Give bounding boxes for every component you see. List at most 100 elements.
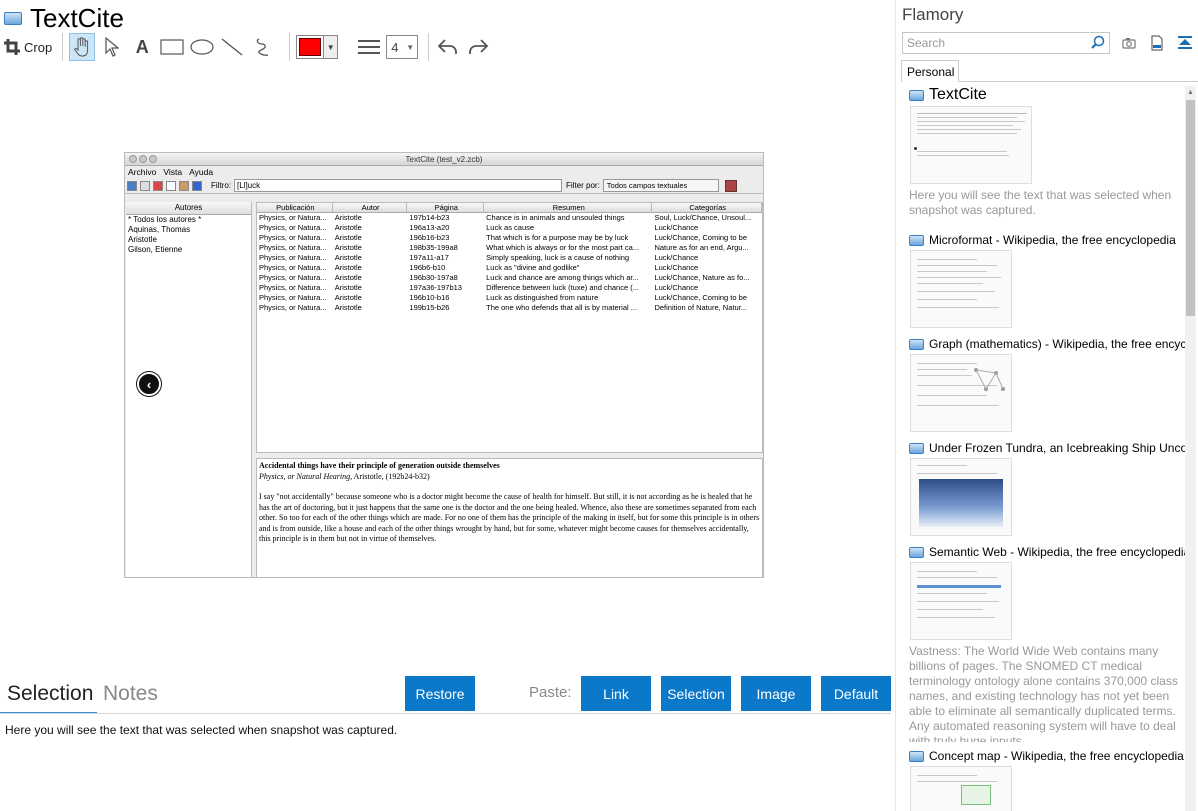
undo-button[interactable] — [435, 33, 461, 61]
paste-image-button[interactable]: Image — [741, 676, 811, 711]
snapshot-window-title: TextCite (test_v2.zcb) — [405, 155, 483, 164]
line-width-select[interactable]: 4 ▼ — [386, 33, 419, 61]
tab-selection[interactable]: Selection — [7, 682, 93, 706]
table-row: Physics, or Natura... Aristotle 197a11-a17… — [257, 253, 762, 263]
redo-button[interactable] — [465, 33, 491, 61]
freehand-tool-button[interactable] — [249, 33, 275, 61]
scrollbar-thumb[interactable] — [1186, 100, 1195, 316]
table-cell: Luck/Chance — [654, 253, 699, 262]
app-root: TextCite Crop A ▼ 4 ▼ TextCite (test_v2.… — [0, 0, 1198, 811]
list-item[interactable]: TextCite Here you will see the text that… — [909, 86, 1185, 218]
table-cell: Aristotle — [334, 243, 362, 252]
snapshot-tool-icon — [127, 180, 137, 191]
list-item-header: Semantic Web - Wikipedia, the free encyc… — [909, 544, 1185, 560]
tab-personal[interactable]: Personal — [901, 60, 959, 82]
search-icon[interactable] — [1091, 35, 1105, 49]
snapshot-titlebar: TextCite (test_v2.zcb) — [125, 153, 763, 166]
document-icon[interactable] — [1149, 35, 1165, 51]
page-icon — [909, 234, 924, 246]
table-cell: 197a36-197b13 — [409, 283, 462, 292]
tab-notes[interactable]: Notes — [103, 682, 158, 706]
table-cell: Soul, Luck/Chance, Unsoul... — [654, 213, 752, 222]
list-item[interactable]: Semantic Web - Wikipedia, the free encyc… — [909, 544, 1185, 742]
paste-label: Paste: — [529, 684, 572, 701]
page-icon — [909, 546, 924, 558]
paste-link-button[interactable]: Link — [581, 676, 651, 711]
app-icon — [4, 11, 22, 25]
chevron-down-icon: ▼ — [406, 42, 415, 52]
table-cell: Physics, or Natura... — [259, 233, 327, 242]
table-cell: Aristotle — [334, 223, 362, 232]
line-icon — [221, 38, 243, 56]
list-item-title: Concept map - Wikipedia, the free encycl… — [929, 749, 1184, 763]
restore-button[interactable]: Restore — [405, 676, 475, 711]
list-item[interactable]: Microformat - Wikipedia, the free encycl… — [909, 232, 1185, 328]
table-cell: Aristotle — [334, 213, 362, 222]
table-cell: Physics, or Natura... — [259, 263, 327, 272]
select-tool-button[interactable] — [99, 33, 125, 61]
snapshot-table-body: Physics, or Natura... Aristotle 197b14-b23… — [257, 213, 762, 313]
table-cell: Physics, or Natura... — [259, 273, 327, 282]
page-icon — [909, 89, 924, 101]
table-cell: 196b6-b10 — [409, 263, 446, 272]
toolbar-divider — [62, 33, 64, 61]
list-item[interactable]: Graph (mathematics) - Wikipedia, the fre… — [909, 336, 1185, 432]
table-cell: Difference between luck (tuxe) and chanc… — [486, 283, 639, 292]
snapshot-menubar: Archivo Vista Ayuda — [125, 166, 763, 178]
table-cell: Nature as for an end, Argu... — [654, 243, 749, 252]
snapshot-thumbnail — [910, 458, 1012, 536]
scroll-up-icon[interactable]: ▲ — [1187, 89, 1194, 96]
snapshot-table: Publicación Autor Página Resumen Categor… — [256, 202, 763, 453]
list-item-header: Under Frozen Tundra, an Icebreaking Ship… — [909, 440, 1185, 456]
line-width-icon — [358, 40, 381, 54]
list-item[interactable]: Under Frozen Tundra, an Icebreaking Ship… — [909, 440, 1185, 536]
paste-default-button[interactable]: Default — [821, 676, 891, 711]
ellipse-tool-button[interactable] — [189, 33, 215, 61]
menu-item: Vista — [163, 167, 183, 177]
color-picker[interactable]: ▼ — [296, 33, 339, 61]
table-cell: Chance is in animals and unsouled things — [486, 213, 625, 222]
sidebar-scrollbar[interactable]: ▲ — [1185, 86, 1196, 811]
list-item-title: TextCite — [929, 86, 987, 103]
collapse-top-icon[interactable] — [1177, 35, 1193, 51]
paste-selection-button[interactable]: Selection — [661, 676, 731, 711]
table-cell: Aristotle — [334, 303, 362, 312]
crop-button[interactable]: Crop — [4, 33, 52, 61]
detail-source-author: Aristotle, (192b24-b32) — [352, 471, 430, 481]
flamory-sidebar: Flamory Search Personal TextCite Here yo… — [895, 0, 1198, 811]
search-placeholder: Search — [907, 36, 946, 50]
table-cell: What which is always or for the most par… — [486, 243, 640, 252]
search-input[interactable]: Search — [902, 32, 1110, 54]
toolbar-divider — [428, 33, 430, 61]
snapshot-filter-label: Filtro: — [211, 181, 231, 190]
rectangle-tool-button[interactable] — [159, 33, 185, 61]
text-tool-button[interactable]: A — [129, 33, 155, 61]
table-cell: Simply speaking, luck is a cause of noth… — [486, 253, 630, 262]
line-tool-button[interactable] — [219, 33, 245, 61]
line-width-value: 4 — [391, 39, 399, 55]
color-swatch — [299, 38, 322, 56]
table-cell: Definition of Nature, Natur... — [654, 303, 747, 312]
list-item: * Todos los autores * — [128, 215, 202, 224]
camera-icon[interactable] — [1121, 35, 1137, 51]
snapshot-table-header: Publicación Autor Página Resumen Categor… — [257, 203, 762, 213]
table-row: Physics, or Natura... Aristotle 196b10-b16… — [257, 293, 762, 303]
table-cell: Aristotle — [334, 293, 362, 302]
back-arrow-button[interactable]: ‹ — [137, 372, 161, 396]
snapshot-list: TextCite Here you will see the text that… — [909, 86, 1185, 811]
snapshot-filter-input: [Ll]uck — [234, 179, 562, 192]
list-item[interactable]: Concept map - Wikipedia, the free encycl… — [909, 748, 1185, 811]
hand-tool-button[interactable] — [69, 33, 96, 61]
list-item-header: Graph (mathematics) - Wikipedia, the fre… — [909, 336, 1185, 352]
table-cell: That which is for a purpose may be by lu… — [486, 233, 629, 242]
crop-icon — [4, 39, 20, 55]
list-item-title: Microformat - Wikipedia, the free encycl… — [929, 233, 1176, 247]
crop-label: Crop — [24, 39, 53, 55]
line-width-icon-button[interactable] — [356, 33, 382, 61]
freehand-icon — [256, 38, 269, 56]
table-cell: 198b35-199a8 — [409, 243, 458, 252]
table-cell: Physics, or Natura... — [259, 213, 327, 222]
toolbar: Crop A ▼ 4 ▼ — [4, 32, 495, 62]
detail-source-publication: Physics, or Natural Hearing, — [259, 471, 353, 481]
list-item-title: Under Frozen Tundra, an Icebreaking Ship… — [929, 441, 1185, 455]
